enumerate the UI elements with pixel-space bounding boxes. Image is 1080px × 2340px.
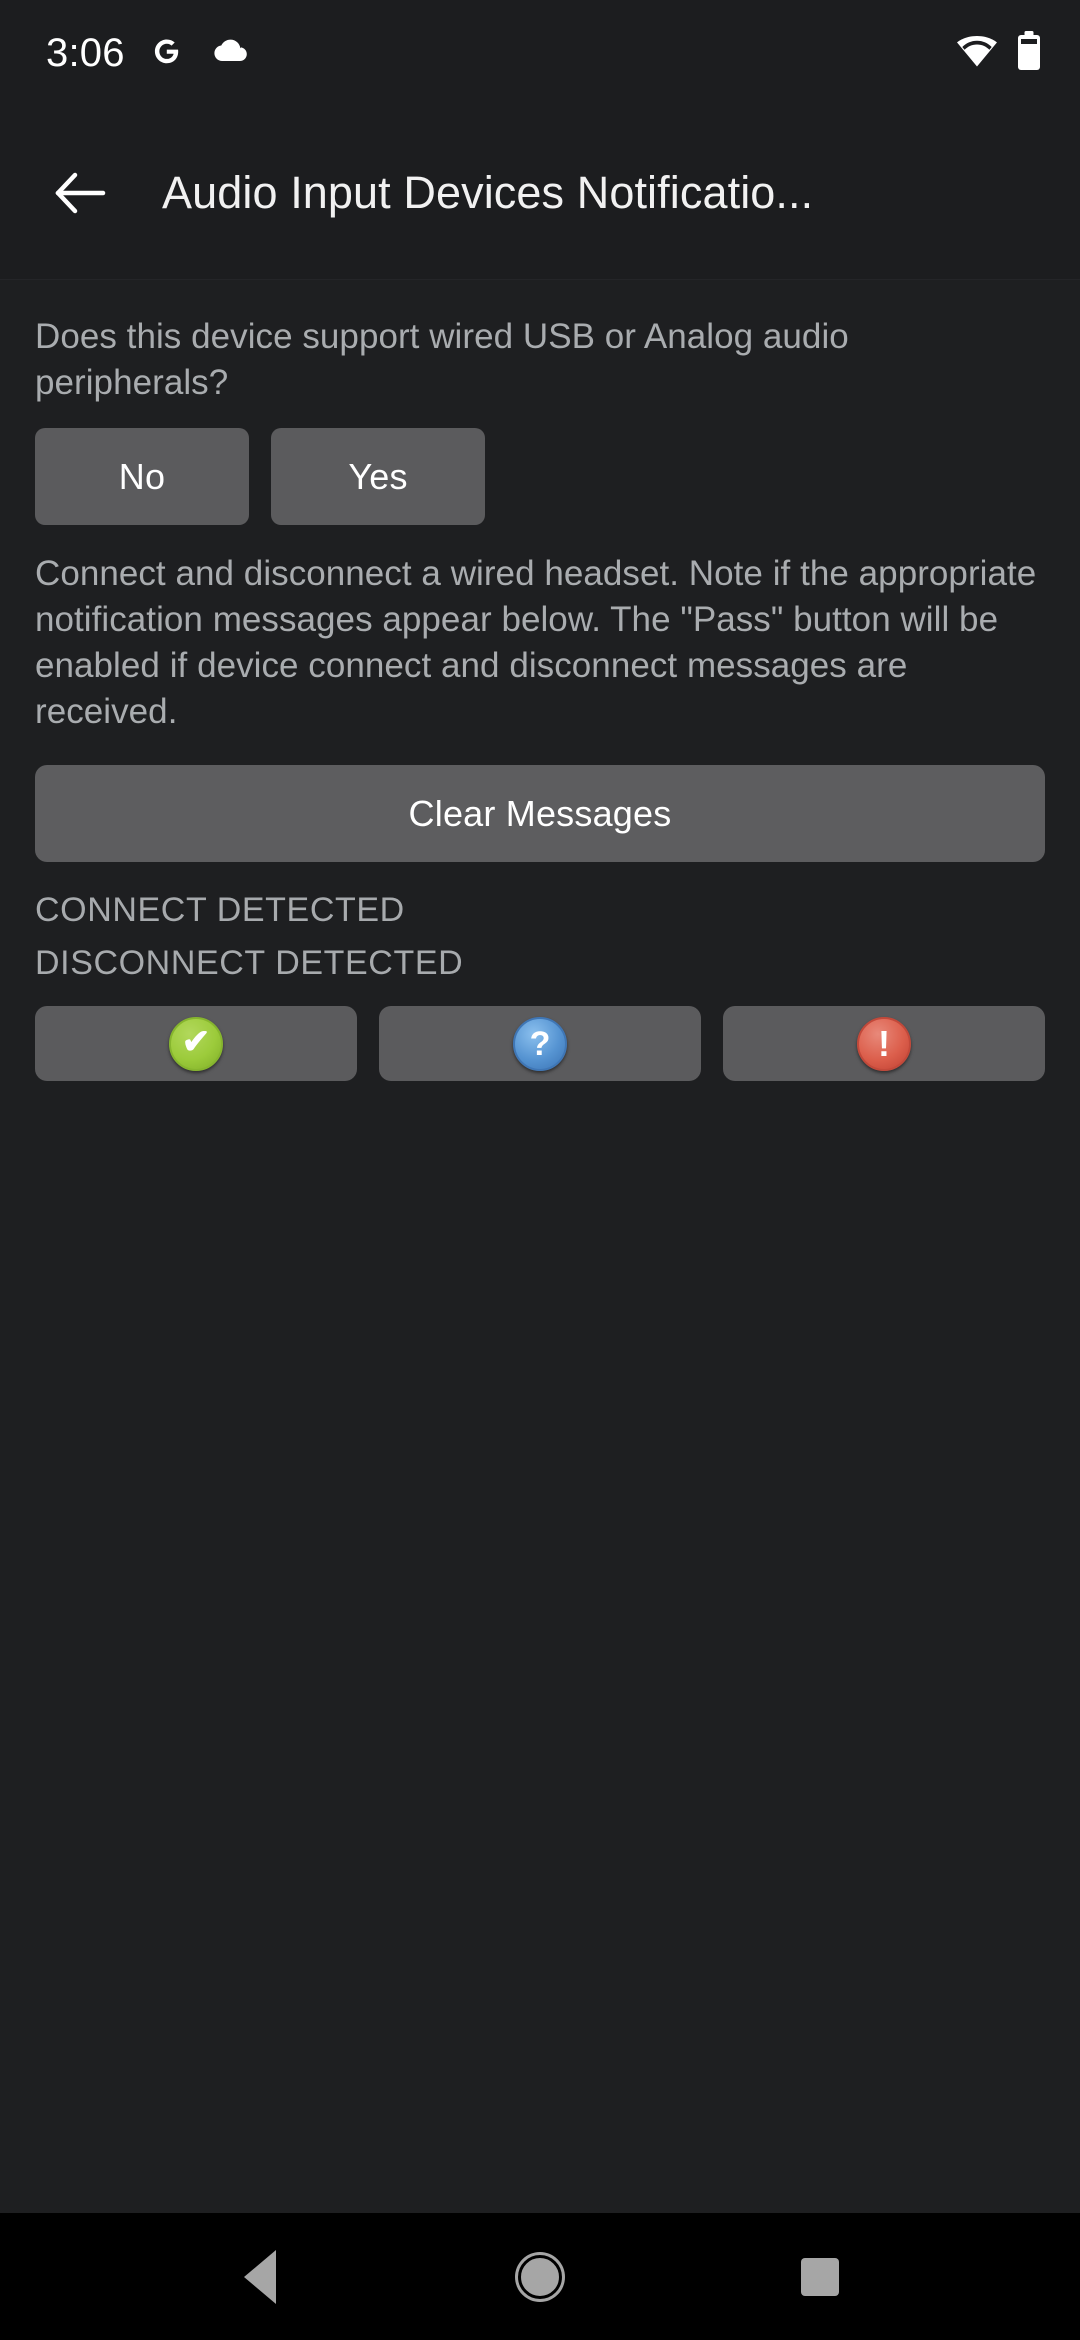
back-arrow-icon[interactable] <box>38 151 122 235</box>
status-clock: 3:06 <box>46 31 125 75</box>
page-title: Audio Input Devices Notificatio... <box>162 166 814 218</box>
question-circle-icon: ? <box>513 1016 567 1071</box>
detected-messages-list: CONNECT DETECTED DISCONNECT DETECTED <box>35 884 1045 990</box>
test-content: Does this device support wired USB or An… <box>0 280 1080 2213</box>
wifi-icon <box>956 34 998 73</box>
phone-screen: 3:06 Audio Input Devices Notificatio... … <box>0 0 1080 2340</box>
google-g-icon <box>147 32 185 75</box>
exclamation-glyph: ! <box>878 1022 890 1064</box>
answer-button-row: No Yes <box>35 428 1045 525</box>
list-item: DISCONNECT DETECTED <box>35 944 464 982</box>
support-question-text: Does this device support wired USB or An… <box>35 317 849 402</box>
back-nav-icon[interactable] <box>190 2227 330 2327</box>
info-button[interactable]: ? <box>379 1006 701 1081</box>
verdict-button-row: ✔ ? ! <box>35 1006 1045 1081</box>
status-bar-left: 3:06 <box>46 32 249 75</box>
yes-button[interactable]: Yes <box>271 428 485 525</box>
app-bar: Audio Input Devices Notificatio... <box>0 106 1080 280</box>
recents-nav-icon[interactable] <box>750 2227 890 2327</box>
no-button[interactable]: No <box>35 428 249 525</box>
list-item: CONNECT DETECTED <box>35 891 405 929</box>
check-circle-icon: ✔ <box>169 1016 223 1071</box>
battery-icon <box>1016 30 1042 76</box>
check-glyph: ✔ <box>181 1023 211 1061</box>
back-triangle-shape <box>244 2249 276 2304</box>
pass-button[interactable]: ✔ <box>35 1006 357 1081</box>
question-glyph: ? <box>529 1024 551 1063</box>
cloud-icon <box>207 36 249 71</box>
exclamation-circle-icon: ! <box>857 1016 911 1071</box>
fail-button[interactable]: ! <box>723 1006 1045 1081</box>
recents-square-shape <box>801 2257 839 2296</box>
home-nav-icon[interactable] <box>470 2227 610 2327</box>
status-bar: 3:06 <box>0 0 1080 106</box>
clear-messages-button[interactable]: Clear Messages <box>35 765 1045 862</box>
home-circle-shape <box>518 2254 562 2299</box>
instructions-text: Connect and disconnect a wired headset. … <box>35 554 1037 731</box>
navigation-bar <box>0 2213 1080 2340</box>
status-bar-right <box>956 30 1042 76</box>
